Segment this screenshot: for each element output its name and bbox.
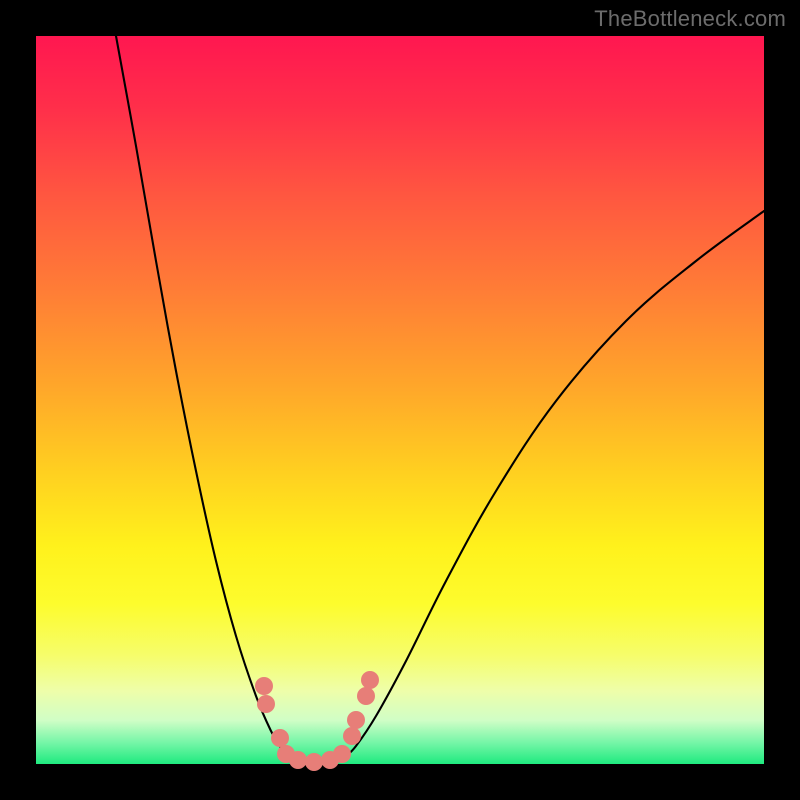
- curve-svg: [36, 36, 764, 764]
- plot-area: [36, 36, 764, 764]
- marker-dot: [357, 687, 375, 705]
- marker-dot: [343, 727, 361, 745]
- curve-group: [116, 36, 764, 763]
- marker-group: [255, 671, 379, 771]
- marker-dot: [255, 677, 273, 695]
- marker-dot: [289, 751, 307, 769]
- marker-dot: [271, 729, 289, 747]
- marker-dot: [347, 711, 365, 729]
- marker-dot: [305, 753, 323, 771]
- watermark-text: TheBottleneck.com: [594, 6, 786, 32]
- marker-dot: [257, 695, 275, 713]
- bottleneck-curve: [116, 36, 764, 763]
- marker-dot: [361, 671, 379, 689]
- chart-frame: TheBottleneck.com: [0, 0, 800, 800]
- marker-dot: [333, 745, 351, 763]
